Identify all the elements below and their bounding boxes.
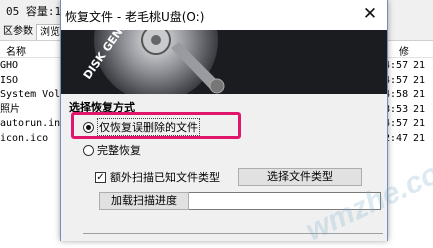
file-date: 21 [413,118,426,129]
hard-disk-illustration: DISK GENIUS [61,30,387,94]
close-icon[interactable]: ✕ [357,2,383,26]
file-date: 21 [413,74,426,86]
file-date: 21 [413,132,426,144]
radio-full-recovery[interactable] [83,144,94,156]
highlight-annotation [71,112,241,139]
diskgenius-banner: DISK GENIUS [61,30,387,94]
select-file-types-button[interactable]: 选择文件类型 [238,168,362,186]
option-full-recovery[interactable]: 完整恢复 [83,142,141,158]
file-date: 21 [413,60,426,71]
extra-scan-option[interactable]: ✓ 额外扫描已知文件类型 [95,169,220,185]
column-header-modified[interactable]: 修 [399,43,409,58]
extra-scan-label: 额外扫描已知文件类型 [110,171,220,184]
file-name: 照片 [0,103,20,115]
file-name: icon.ico [0,132,49,144]
dialog-title: 恢复文件 - 老毛桃U盘(O:) [65,10,205,24]
file-name: System Volume [0,89,68,100]
file-name: ISO [0,74,19,86]
file-name: autorun.inf [0,118,67,129]
load-scan-progress-button[interactable]: 加载扫描进度 [99,192,189,210]
dialog-titlebar: 恢复文件 - 老毛桃U盘(O:) ✕ [61,0,387,30]
file-name: GHO [0,60,19,71]
file-date: 21 [413,89,426,100]
file-date: 21 [413,103,426,115]
extra-scan-checkbox[interactable]: ✓ [95,171,106,183]
option-full-recovery-label: 完整恢复 [97,144,141,157]
tab-partition-params[interactable]: 区参数 [0,24,36,39]
column-header-name[interactable]: 名称 [6,43,26,58]
